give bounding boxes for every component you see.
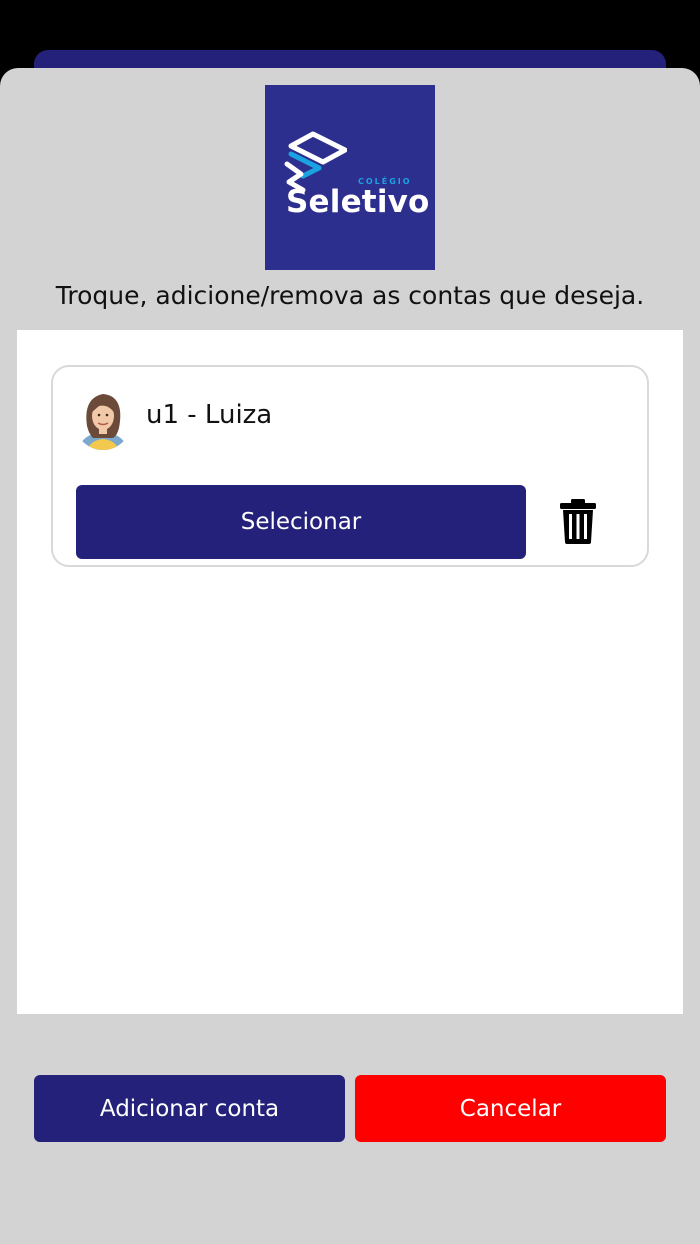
accounts-list-panel: u1 - Luiza Selecionar [17, 330, 683, 1014]
add-account-button[interactable]: Adicionar conta [34, 1075, 345, 1142]
cancel-button[interactable]: Cancelar [355, 1075, 666, 1142]
instructions-text: Troque, adicione/remova as contas que de… [55, 281, 645, 310]
account-name: u1 - Luiza [146, 400, 273, 430]
trash-icon[interactable] [558, 498, 598, 544]
colegio-seletivo-logo: COLÉGIO Seletivo [265, 85, 435, 270]
account-switcher-sheet: COLÉGIO Seletivo Troque, adicione/remova… [0, 68, 700, 1244]
select-account-button[interactable]: Selecionar [76, 485, 526, 559]
account-card: u1 - Luiza Selecionar [51, 365, 649, 567]
avatar [73, 386, 133, 450]
logo-name-text: Seletivo [286, 184, 430, 220]
